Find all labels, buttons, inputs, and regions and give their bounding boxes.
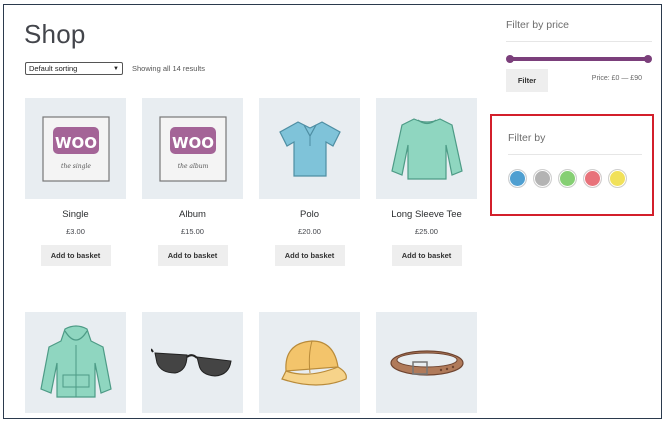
woo-logo-text: WOO (54, 134, 96, 152)
product-image[interactable]: WOO the album (142, 98, 243, 199)
polo-shirt-image (278, 120, 341, 177)
attribute-filter-widget: Filter by (508, 132, 642, 188)
cap-image (280, 339, 347, 386)
filter-button[interactable]: Filter (506, 69, 548, 92)
price-slider[interactable] (506, 55, 652, 63)
sidebar: Filter by price Filter Price: £0 — £90 (506, 19, 652, 93)
swatch-red[interactable] (583, 169, 602, 188)
product-image[interactable] (259, 312, 360, 413)
product-card (142, 312, 243, 413)
product-card (376, 312, 477, 413)
product-title[interactable]: Long Sleeve Tee (376, 209, 477, 220)
product-price: £25.00 (415, 227, 438, 236)
slider-handle-max[interactable] (644, 55, 652, 63)
filter-by-highlight-box: Filter by (490, 114, 654, 216)
product-image[interactable] (259, 98, 360, 199)
product-image[interactable] (25, 312, 126, 413)
product-image[interactable] (376, 98, 477, 199)
product-card: Long Sleeve Tee £25.00 Add to basket (376, 98, 477, 266)
add-to-basket-button[interactable]: Add to basket (274, 245, 345, 266)
product-card: WOO the album Album £15.00 Add to basket (142, 98, 243, 266)
attribute-filter-title: Filter by (508, 132, 546, 144)
add-to-basket-button[interactable]: Add to basket (40, 245, 111, 266)
product-title[interactable]: Album (142, 209, 243, 220)
swatch-gray[interactable] (533, 169, 552, 188)
hoodie-image (39, 324, 112, 398)
woo-caption: the single (61, 163, 91, 170)
swatch-blue[interactable] (508, 169, 527, 188)
product-title[interactable]: Polo (259, 209, 360, 220)
product-card (259, 312, 360, 413)
browser-frame: Shop Default sorting ▼ Showing all 14 re… (3, 4, 662, 419)
add-to-basket-button[interactable]: Add to basket (157, 245, 228, 266)
price-filter-controls: Filter Price: £0 — £90 (506, 69, 652, 93)
woo-album-image: WOO the album (158, 115, 227, 182)
color-swatches (508, 169, 642, 188)
woo-logo-text: WOO (171, 134, 213, 152)
product-card (25, 312, 126, 413)
woo-single-image: WOO the single (41, 115, 110, 182)
product-card: WOO the single Single £3.00 Add to baske… (25, 98, 126, 266)
divider (506, 41, 652, 42)
product-image[interactable] (142, 312, 243, 413)
sunglasses-image (150, 347, 232, 377)
sort-select[interactable]: Default sorting ▼ (25, 62, 123, 75)
divider (508, 154, 642, 155)
long-sleeve-tee-image (390, 117, 463, 180)
product-price: £15.00 (181, 227, 204, 236)
product-image[interactable]: WOO the single (25, 98, 126, 199)
product-price: £3.00 (66, 227, 85, 236)
result-count: Showing all 14 results (132, 64, 205, 73)
swatch-yellow[interactable] (608, 169, 627, 188)
product-price: £20.00 (298, 227, 321, 236)
slider-handle-min[interactable] (506, 55, 514, 63)
price-range-label: Price: £0 — £90 (591, 75, 642, 82)
woo-caption: the album (177, 163, 208, 170)
slider-track[interactable] (509, 57, 649, 61)
product-card: Polo £20.00 Add to basket (259, 98, 360, 266)
price-filter-title: Filter by price (506, 19, 570, 31)
sort-toolbar: Default sorting ▼ Showing all 14 results (25, 62, 205, 75)
page-title: Shop (24, 19, 86, 49)
belt-image (389, 349, 464, 376)
product-image[interactable] (376, 312, 477, 413)
chevron-down-icon: ▼ (113, 65, 119, 72)
swatch-green[interactable] (558, 169, 577, 188)
sort-select-value: Default sorting (29, 64, 78, 73)
product-title[interactable]: Single (25, 209, 126, 220)
add-to-basket-button[interactable]: Add to basket (391, 245, 462, 266)
